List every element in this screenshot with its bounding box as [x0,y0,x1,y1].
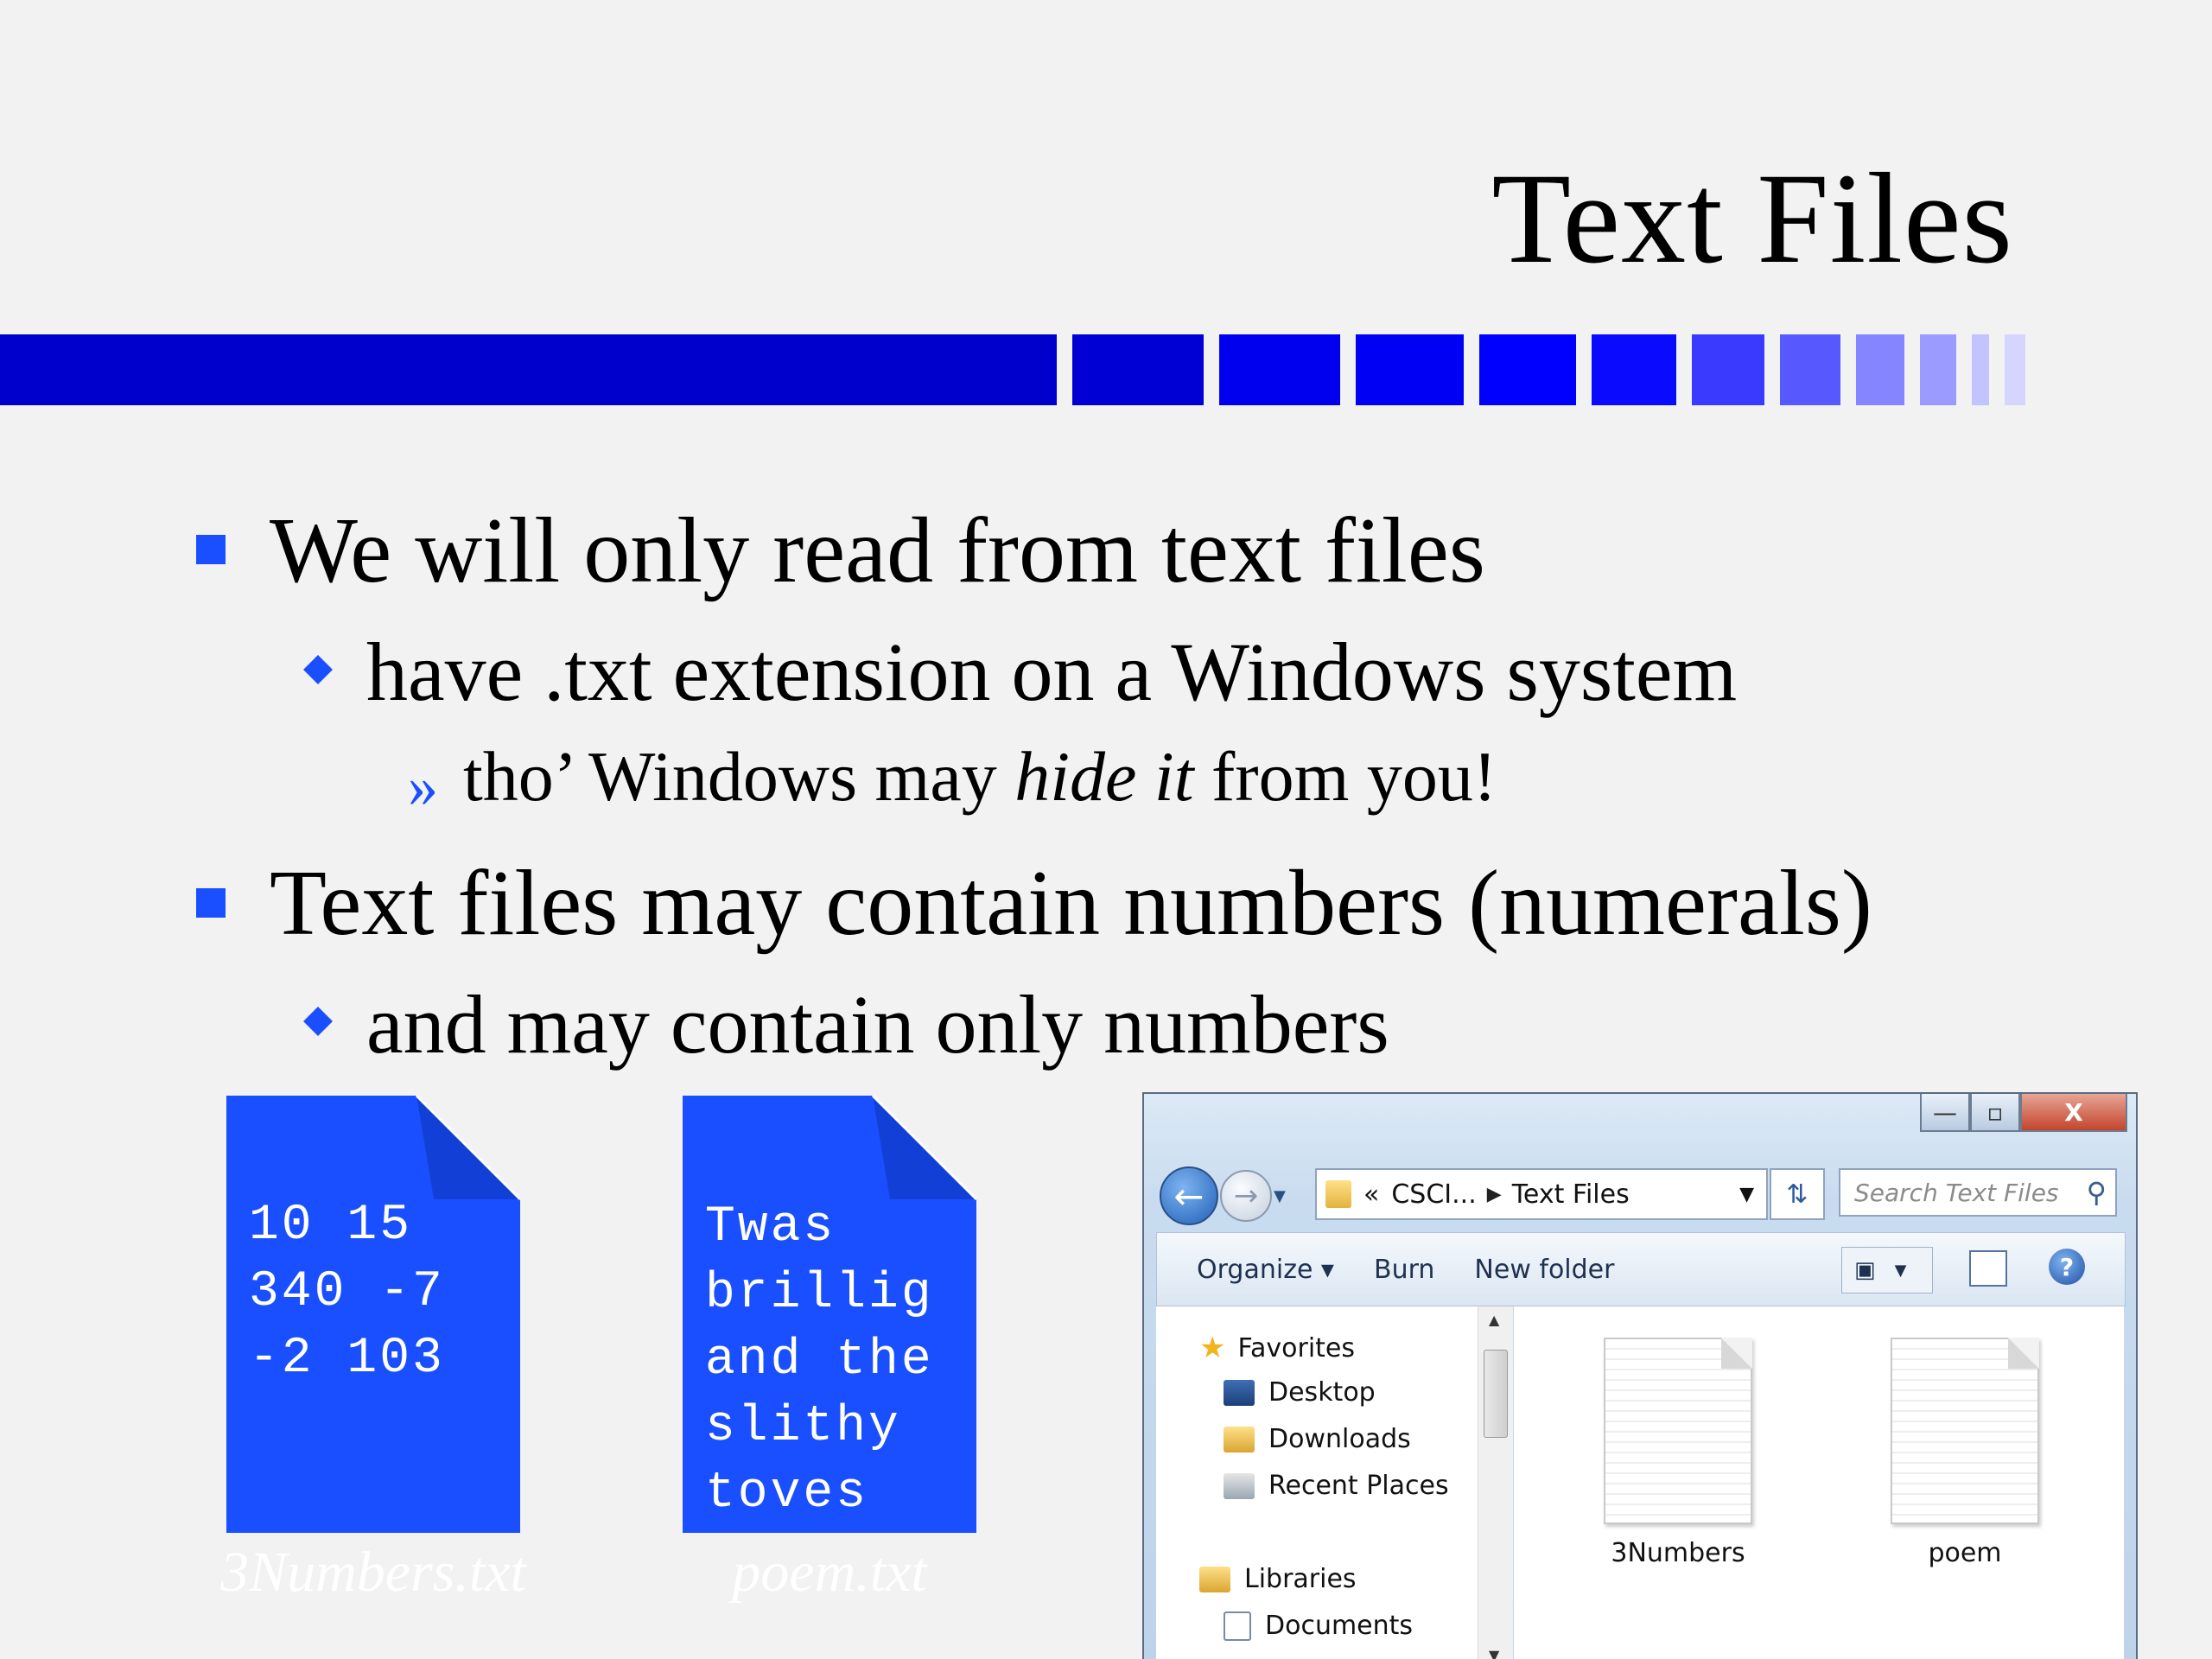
nav-item-libraries[interactable]: Libraries [1199,1564,1357,1594]
command-bar: Organize ▾ Burn New folder ▣ ▼ ? [1156,1232,2126,1306]
bullet-level2: and may contain only numbers [366,978,1389,1071]
band-segment [1692,334,1764,405]
nav-scrollbar[interactable]: ▲ ▼ [1478,1306,1513,1659]
band-segment [1072,334,1204,405]
chevron-down-icon[interactable]: ▼ [1739,1184,1754,1205]
document-icon-3numbers: 10 15 340 -7 -2 103 [226,1096,520,1533]
maximize-button[interactable]: ▫ [1970,1094,2020,1132]
nav-item-downloads[interactable]: Downloads [1224,1424,1411,1454]
nav-label: Libraries [1244,1564,1357,1594]
band-segment [1920,334,1956,405]
band-segment [1780,334,1840,405]
arrow-right-icon: → [1233,1179,1259,1213]
band-segment [1856,334,1904,405]
band-segment [1479,334,1576,405]
file-name: 3Numbers [1611,1538,1745,1568]
back-button[interactable]: ← [1160,1166,1218,1225]
file-name: poem [1928,1538,2002,1568]
nav-item-recent-places[interactable]: Recent Places [1224,1471,1449,1501]
chevron-right-icon[interactable]: ▶ [1487,1184,1502,1205]
burn-button[interactable]: Burn [1374,1255,1434,1285]
nav-label: Desktop [1268,1377,1376,1408]
bullet-square-icon [196,535,226,564]
nav-label: Favorites [1237,1332,1355,1363]
nav-label: Documents [1265,1611,1414,1641]
document-content: Twas brillig and the slithy toves [705,1199,934,1522]
band-segment [1356,334,1464,405]
explorer-window: — ▫ X ← → ▼ « CSCI... ▶ Text Files ▼ ⇅ S… [1142,1092,2138,1659]
search-icon[interactable]: ⚲ [2087,1176,2107,1209]
scroll-down-icon[interactable]: ▼ [1489,1647,1499,1659]
nav-label: Downloads [1268,1424,1411,1454]
refresh-button[interactable]: ⇅ [1770,1168,1825,1220]
band-segment [1219,334,1340,405]
recent-pages-dropdown[interactable]: ▼ [1274,1187,1286,1205]
text-file-icon [1604,1338,1752,1524]
bullet-square-icon [196,888,226,918]
bullet-raquo-icon: » [408,753,438,820]
recent-places-icon [1224,1472,1255,1499]
breadcrumb-overflow[interactable]: « [1363,1179,1379,1210]
text-file-icon [1891,1338,2039,1524]
band-segment [0,334,1057,405]
arrow-left-icon: ← [1173,1174,1205,1217]
minimize-button[interactable]: — [1920,1094,1970,1132]
nav-label: Recent Places [1268,1471,1449,1501]
preview-pane-icon[interactable] [1969,1250,2007,1287]
view-icon: ▣ [1854,1257,1876,1283]
breadcrumb-item[interactable]: Text Files [1512,1179,1630,1210]
bullet-diamond-icon [303,1007,333,1036]
navigation-pane: ★ Favorites Desktop Downloads Recent Pla… [1156,1306,1478,1659]
search-input[interactable]: Search Text Files ⚲ [1839,1168,2117,1217]
nav-item-favorites[interactable]: ★ Favorites [1199,1331,1355,1365]
libraries-icon [1199,1566,1230,1592]
window-controls: — ▫ X [1920,1094,2127,1132]
desktop-icon [1224,1379,1255,1406]
documents-icon [1224,1611,1251,1641]
bullet-level3-emphasis: hide it [1014,737,1194,816]
bullet-level3-text: tho’ Windows may [463,737,1015,816]
file-item-3numbers[interactable]: 3Numbers [1592,1338,1764,1568]
nav-item-documents[interactable]: Documents [1224,1611,1413,1641]
bullet-level3-text-end: from you! [1193,737,1497,816]
close-button[interactable]: X [2020,1094,2127,1132]
file-item-poem[interactable]: poem [1878,1338,2051,1568]
new-folder-button[interactable]: New folder [1474,1255,1614,1285]
scroll-up-icon[interactable]: ▲ [1489,1312,1499,1328]
scrollbar-thumb[interactable] [1484,1350,1508,1438]
band-segment [1592,334,1676,405]
organize-button[interactable]: Organize ▾ [1197,1255,1334,1285]
nav-item-desktop[interactable]: Desktop [1224,1377,1376,1408]
bullet-level1: Text files may contain numbers (numerals… [270,852,1872,955]
folder-icon [1325,1180,1351,1208]
change-view-button[interactable]: ▣ ▼ [1841,1247,1933,1294]
slide-title: Text Files [1491,147,2013,290]
bullet-level3: tho’ Windows may hide it from you! [463,741,1497,812]
file-list: 3Numbers poem [1514,1306,2124,1659]
chevron-down-icon[interactable]: ▼ [1895,1262,1907,1280]
downloads-icon [1224,1426,1255,1452]
help-icon[interactable]: ? [2049,1249,2085,1285]
band-segment [2005,334,2025,405]
search-placeholder: Search Text Files [1854,1178,2059,1207]
document-caption: 3Numbers.txt [220,1541,526,1604]
document-icon-poem: Twas brillig and the slithy toves [683,1096,976,1533]
address-bar[interactable]: « CSCI... ▶ Text Files ▼ [1315,1168,1768,1220]
forward-button[interactable]: → [1220,1170,1272,1222]
bullet-diamond-icon [303,655,333,684]
refresh-icon: ⇅ [1786,1179,1808,1210]
breadcrumb-item[interactable]: CSCI... [1391,1179,1476,1210]
document-caption: poem.txt [732,1541,927,1604]
bullet-level2: have .txt extension on a Windows system [366,626,1738,718]
document-content: 10 15 340 -7 -2 103 [249,1198,445,1387]
band-segment [1972,334,1989,405]
bullet-level1: We will only read from text files [270,499,1485,602]
star-icon: ★ [1199,1331,1226,1365]
